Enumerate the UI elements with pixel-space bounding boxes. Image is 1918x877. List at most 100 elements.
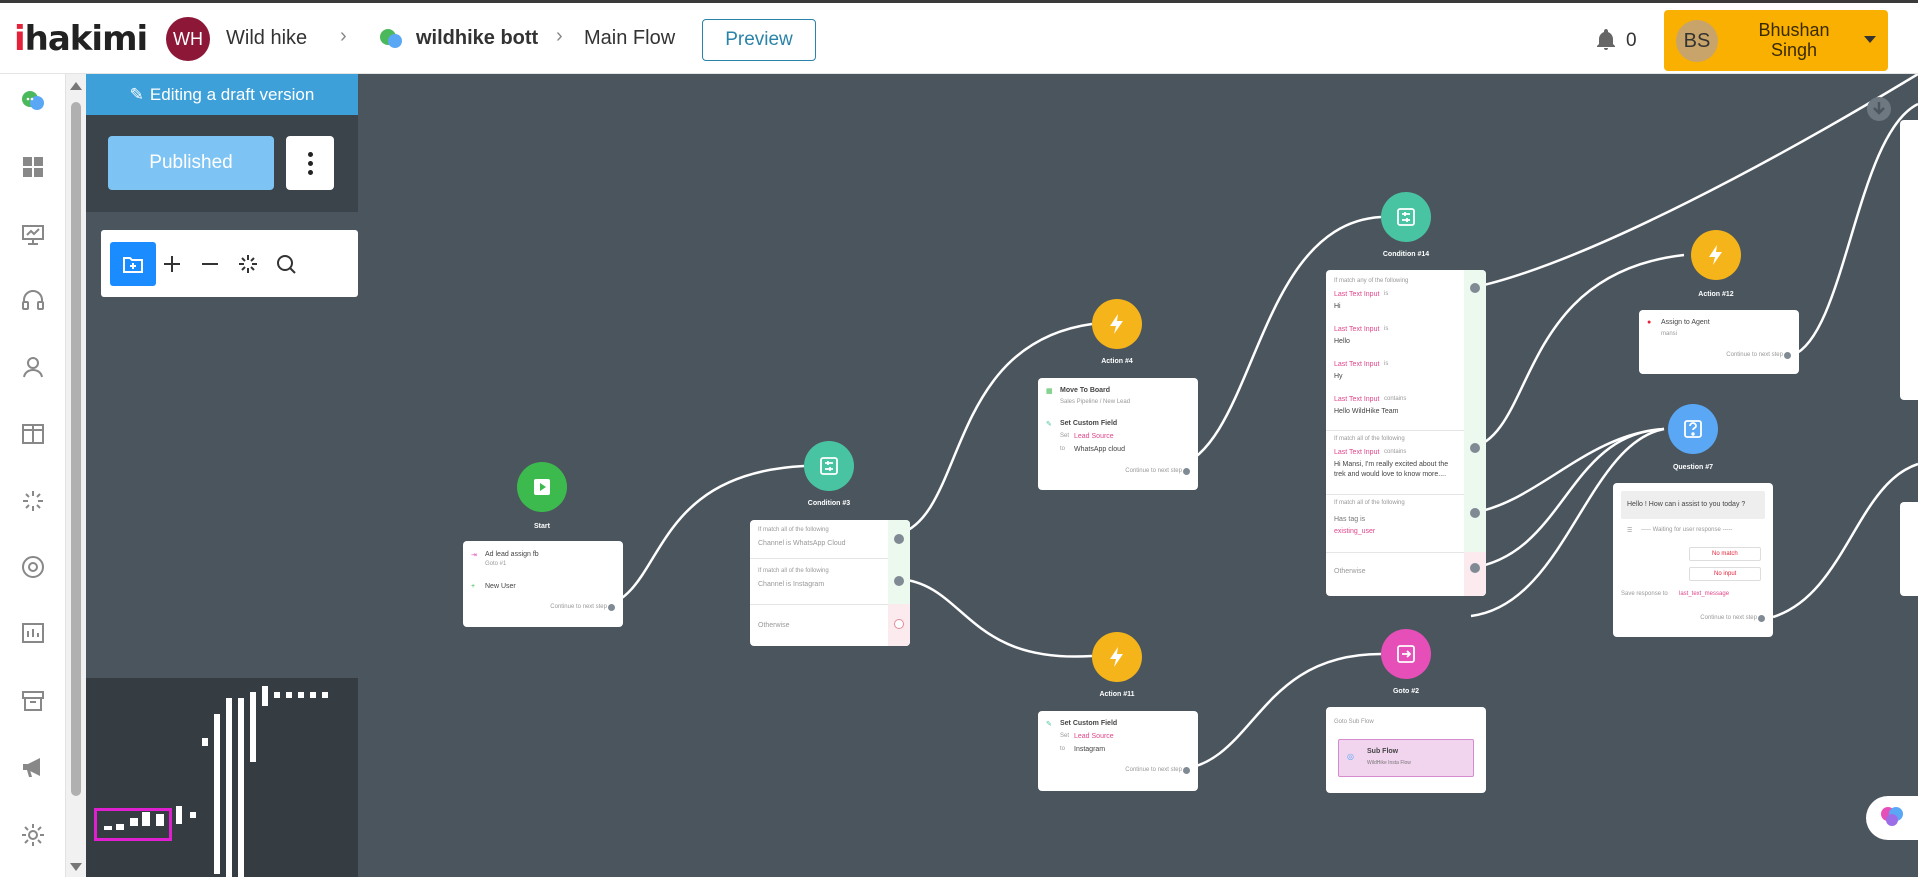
download-icon[interactable] (1866, 96, 1892, 127)
output-port[interactable] (894, 619, 904, 629)
condition-node-icon[interactable] (1381, 192, 1431, 242)
minimap-node (298, 692, 304, 698)
notification-count: 0 (1626, 30, 1637, 51)
node-label: Condition #3 (807, 500, 851, 507)
breadcrumb-flow[interactable]: Main Flow (584, 27, 675, 50)
output-port[interactable] (894, 534, 904, 544)
node-label: Action #12 (1698, 291, 1734, 298)
output-port[interactable] (1183, 468, 1190, 475)
scroll-up-arrow[interactable] (70, 82, 82, 90)
true-branch-strip (888, 520, 910, 604)
bell-icon[interactable] (1594, 27, 1618, 56)
megaphone-icon[interactable] (20, 754, 46, 780)
user-icon[interactable] (20, 354, 46, 380)
minimap-node (176, 806, 182, 824)
question-node-icon[interactable] (1668, 404, 1718, 454)
divider (1326, 552, 1464, 553)
output-port[interactable] (894, 576, 904, 586)
start-card[interactable]: ⇥ Ad lead assign fb Goto #1 + New User C… (463, 541, 623, 627)
caret-down-icon (1864, 36, 1876, 43)
published-button[interactable]: Published (108, 136, 274, 190)
minimap-viewport[interactable] (94, 808, 172, 841)
workspace-avatar[interactable]: WH (166, 17, 210, 61)
columns-icon[interactable] (20, 421, 46, 447)
field-icon: ✎ (1046, 721, 1052, 728)
scroll-thumb[interactable] (71, 102, 81, 796)
minimap-node (310, 692, 316, 698)
minimap-node (322, 692, 328, 698)
subflow-box[interactable]: ◎ Sub Flow WildHike Insta Flow (1338, 739, 1474, 777)
offscreen-card[interactable] (1900, 120, 1918, 400)
minimap-node (202, 738, 208, 746)
settings-icon[interactable] (20, 822, 46, 848)
minimap[interactable] (86, 678, 358, 877)
version-panel: ✎ Editing a draft version Published (86, 74, 358, 212)
prompt-bubble: Hello ! How can i assist to you today ? (1621, 491, 1765, 519)
action-node-icon[interactable] (1092, 299, 1142, 349)
node-label: Action #11 (1099, 691, 1135, 698)
node-label: Question #7 (1672, 464, 1714, 471)
wire-condition3-action11 (898, 577, 1093, 658)
flow-canvas[interactable]: ✎ Editing a draft version Published Star… (86, 74, 1918, 877)
report-icon[interactable] (20, 620, 46, 646)
spark-icon[interactable] (20, 488, 46, 514)
output-port[interactable] (608, 604, 615, 611)
lifebuoy-icon[interactable] (20, 554, 46, 580)
minimap-node (262, 686, 268, 706)
presentation-icon[interactable] (20, 222, 46, 248)
no-input-chip: No input (1689, 567, 1761, 581)
minimap-node (286, 692, 292, 698)
agent-icon: ● (1647, 319, 1652, 326)
goto-node-icon[interactable] (1381, 629, 1431, 679)
chevron-right-icon: › (340, 25, 347, 47)
output-port[interactable] (1784, 352, 1791, 359)
condition-node-icon[interactable] (804, 441, 854, 491)
scroll-down-arrow[interactable] (70, 863, 82, 871)
bot-icon (378, 27, 404, 56)
chat-icon[interactable] (20, 88, 46, 114)
action11-card[interactable]: ✎ Set Custom Field Set Lead Source to In… (1038, 711, 1198, 791)
condition3-card[interactable]: If match all of the following Channel is… (750, 520, 910, 646)
dashboard-icon[interactable] (20, 154, 46, 180)
condition14-card[interactable]: If match any of the following Last Text … (1326, 270, 1486, 596)
output-port[interactable] (1470, 508, 1480, 518)
start-node-icon[interactable] (517, 462, 567, 512)
goto2-card[interactable]: Goto Sub Flow ◎ Sub Flow WildHike Insta … (1326, 707, 1486, 793)
user-menu-button[interactable]: BS Bhushan Singh (1664, 10, 1888, 71)
breadcrumb-workspace[interactable]: Wild hike (226, 27, 307, 50)
divider (750, 558, 888, 559)
action12-card[interactable]: ● Assign to Agent mansi Continue to next… (1639, 310, 1799, 374)
subflow-icon: ◎ (1347, 752, 1354, 761)
offscreen-card[interactable] (1900, 502, 1918, 596)
node-label: Goto #2 (1392, 688, 1420, 695)
hakimi-logo[interactable]: ihakimi (14, 19, 148, 59)
output-port[interactable] (1183, 767, 1190, 774)
action-node-icon[interactable] (1691, 230, 1741, 280)
node-label: Condition #14 (1382, 251, 1430, 258)
divider (1326, 494, 1464, 495)
search-icon[interactable] (263, 242, 309, 286)
output-port[interactable] (1470, 443, 1480, 453)
vertical-scrollbar[interactable] (66, 74, 86, 877)
connection-wires (601, 74, 1918, 772)
output-port[interactable] (1470, 563, 1480, 573)
no-match-chip: No match (1689, 547, 1761, 561)
question7-card[interactable]: Hello ! How can i assist to you today ? … (1613, 483, 1773, 637)
minimap-node (250, 692, 256, 762)
breadcrumb-bot[interactable]: wildhike bott (416, 27, 538, 50)
minimap-node (274, 692, 280, 698)
divider (750, 604, 888, 605)
left-nav (0, 74, 66, 877)
action4-card[interactable]: ▦ Move To Board Sales Pipeline / New Lea… (1038, 378, 1198, 490)
more-options-button[interactable] (286, 136, 334, 190)
headset-icon[interactable] (20, 288, 46, 314)
output-port[interactable] (1470, 283, 1480, 293)
ai-assistant-button[interactable] (1866, 796, 1918, 840)
board-icon: ▦ (1046, 388, 1053, 395)
archive-icon[interactable] (20, 688, 46, 714)
preview-button[interactable]: Preview (702, 19, 816, 61)
minimap-node (190, 812, 196, 818)
output-port[interactable] (1758, 615, 1765, 622)
divider (1326, 430, 1464, 431)
action-node-icon[interactable] (1092, 632, 1142, 682)
